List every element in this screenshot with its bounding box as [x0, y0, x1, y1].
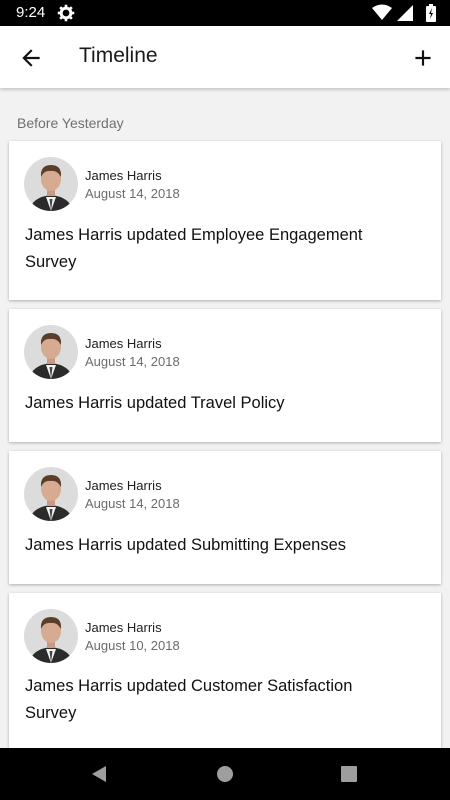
timeline-card[interactable]: James Harris August 10, 2018 James Harri…: [9, 593, 441, 763]
back-arrow-icon[interactable]: [18, 45, 44, 71]
avatar: [24, 609, 78, 663]
wifi-icon: [372, 4, 392, 20]
author-name: James Harris: [85, 336, 162, 351]
recents-square-icon[interactable]: [339, 764, 359, 784]
avatar: [24, 157, 78, 211]
timeline-card[interactable]: James Harris August 14, 2018 James Harri…: [9, 141, 441, 300]
signal-icon: [397, 5, 413, 21]
gear-icon: [57, 4, 75, 22]
add-icon[interactable]: [410, 45, 436, 71]
author-name: James Harris: [85, 620, 162, 635]
app-bar: Timeline: [0, 26, 450, 88]
avatar: [24, 325, 78, 379]
update-text: James Harris updated Submitting Expenses: [25, 536, 346, 554]
timeline-card[interactable]: James Harris August 14, 2018 James Harri…: [9, 451, 441, 584]
update-text: James Harris updated Employee Engagement…: [25, 226, 363, 271]
update-text: James Harris updated Travel Policy: [25, 394, 285, 412]
avatar: [24, 467, 78, 521]
section-header: Before Yesterday: [17, 115, 124, 131]
status-bar: 9:24: [0, 0, 450, 26]
post-date: August 14, 2018: [85, 186, 180, 201]
author-name: James Harris: [85, 168, 162, 183]
author-name: James Harris: [85, 478, 162, 493]
post-date: August 14, 2018: [85, 496, 180, 511]
post-date: August 14, 2018: [85, 354, 180, 369]
status-time: 9:24: [16, 4, 46, 21]
page-title: Timeline: [79, 44, 158, 67]
timeline-card[interactable]: James Harris August 14, 2018 James Harri…: [9, 309, 441, 442]
back-triangle-icon[interactable]: [89, 764, 109, 784]
home-circle-icon[interactable]: [215, 764, 235, 784]
update-text: James Harris updated Customer Satisfacti…: [25, 677, 353, 722]
post-date: August 10, 2018: [85, 638, 180, 653]
system-nav-bar: [0, 748, 450, 800]
battery-icon: [426, 4, 436, 22]
